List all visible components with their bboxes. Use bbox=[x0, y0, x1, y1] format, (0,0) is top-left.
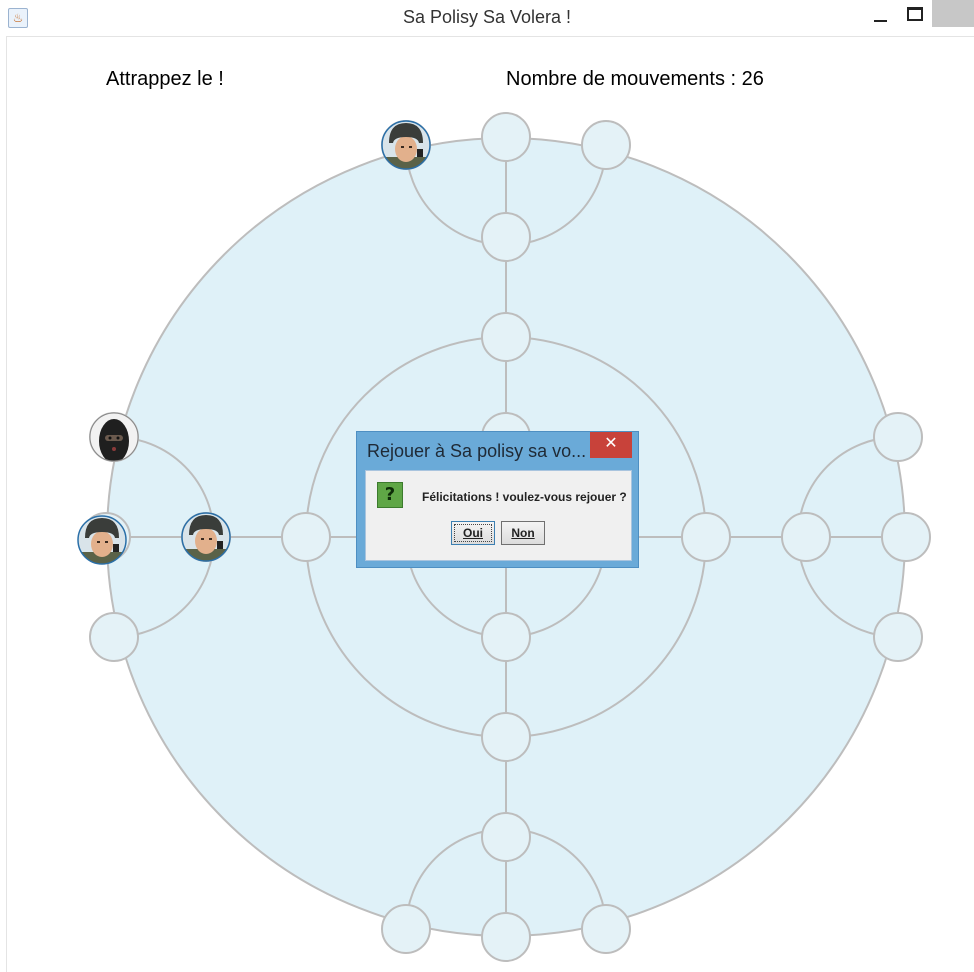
board-node bbox=[89, 612, 139, 662]
board-node bbox=[381, 904, 431, 954]
board-node bbox=[481, 312, 531, 362]
dialog-body: ? Félicitations ! voulez-vous rejouer ? … bbox=[365, 470, 632, 561]
dialog-message: Félicitations ! voulez-vous rejouer ? bbox=[422, 490, 627, 504]
board-node bbox=[481, 812, 531, 862]
board-node bbox=[873, 612, 923, 662]
replay-dialog: Rejouer à Sa polisy sa vo... ✕ ? Félicit… bbox=[356, 431, 639, 568]
board-node bbox=[881, 512, 931, 562]
close-icon: ✕ bbox=[604, 435, 618, 452]
dialog-title: Rejouer à Sa polisy sa vo... bbox=[367, 441, 587, 461]
board-node bbox=[481, 212, 531, 262]
board-node bbox=[481, 612, 531, 662]
board-node bbox=[581, 120, 631, 170]
board-node bbox=[481, 712, 531, 762]
question-icon: ? bbox=[377, 482, 403, 508]
dialog-close-button[interactable]: ✕ bbox=[590, 432, 632, 458]
no-button[interactable]: Non bbox=[501, 521, 545, 545]
board-node bbox=[481, 112, 531, 162]
yes-button[interactable]: Oui bbox=[451, 521, 495, 545]
board-node bbox=[481, 912, 531, 962]
board-node bbox=[781, 512, 831, 562]
board-node bbox=[873, 412, 923, 462]
board-node bbox=[281, 512, 331, 562]
board-node bbox=[681, 512, 731, 562]
board-node bbox=[581, 904, 631, 954]
